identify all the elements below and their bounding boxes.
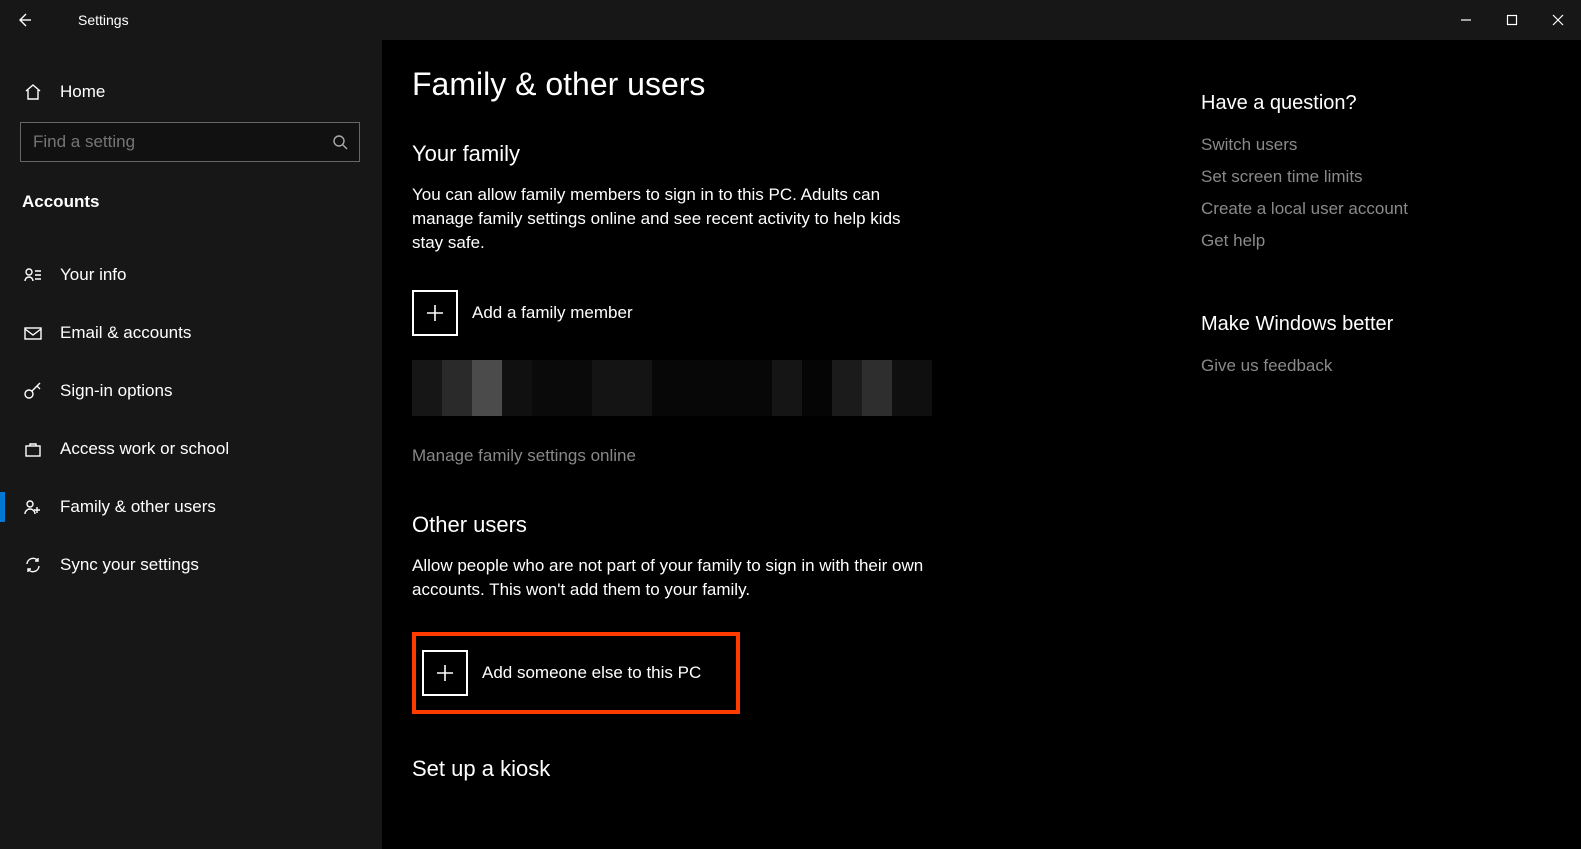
sidebar-item-family-other-users[interactable]: Family & other users [0,478,382,536]
titlebar: Settings [0,0,1581,40]
sidebar-item-access-work-school[interactable]: Access work or school [0,420,382,478]
mail-icon [22,323,44,343]
help-column: Have a question? Switch users Set screen… [1201,92,1501,388]
close-icon [1552,14,1564,26]
have-a-question-heading: Have a question? [1201,92,1501,115]
sidebar-item-label: Email & accounts [60,323,191,343]
sidebar-item-signin-options[interactable]: Sign-in options [0,362,382,420]
briefcase-icon [22,439,44,459]
maximize-button[interactable] [1489,0,1535,40]
help-link-get-help[interactable]: Get help [1201,231,1501,251]
search-input[interactable] [33,132,331,152]
add-someone-else-label: Add someone else to this PC [482,663,701,683]
people-icon [22,497,44,517]
sidebar-item-email-accounts[interactable]: Email & accounts [0,304,382,362]
plus-icon [422,650,468,696]
make-windows-better-heading: Make Windows better [1201,313,1501,336]
sidebar-item-label: Your info [60,265,126,285]
family-member-row-redacted [412,360,932,416]
minimize-icon [1460,14,1472,26]
sidebar-item-label: Sign-in options [60,381,172,401]
add-family-label: Add a family member [472,303,633,323]
window-controls [1443,0,1581,40]
person-card-icon [22,265,44,285]
plus-icon [412,290,458,336]
kiosk-heading: Set up a kiosk [412,756,1581,782]
sidebar-item-label: Access work or school [60,439,229,459]
key-icon [22,381,44,401]
sync-icon [22,555,44,575]
home-icon [22,82,44,102]
sidebar-group-label: Accounts [0,162,382,224]
feedback-link[interactable]: Give us feedback [1201,356,1501,376]
help-link-local-account[interactable]: Create a local user account [1201,199,1501,219]
help-link-screen-time[interactable]: Set screen time limits [1201,167,1501,187]
your-family-desc: You can allow family members to sign in … [412,183,932,254]
manage-family-online-link[interactable]: Manage family settings online [412,446,636,466]
sidebar: Home Accounts Your info Email & accounts [0,40,382,849]
close-button[interactable] [1535,0,1581,40]
other-users-heading: Other users [412,512,1581,538]
maximize-icon [1506,14,1518,26]
add-someone-else-button[interactable]: Add someone else to this PC [412,632,740,714]
back-arrow-icon [15,11,33,29]
sidebar-item-your-info[interactable]: Your info [0,246,382,304]
window-title: Settings [78,12,129,28]
help-link-switch-users[interactable]: Switch users [1201,135,1501,155]
search-icon [331,134,349,150]
sidebar-home-label: Home [60,82,105,102]
sidebar-item-label: Sync your settings [60,555,199,575]
sidebar-item-sync-settings[interactable]: Sync your settings [0,536,382,594]
back-button[interactable] [4,0,44,40]
minimize-button[interactable] [1443,0,1489,40]
search-box[interactable] [20,122,360,162]
sidebar-item-label: Family & other users [60,497,216,517]
sidebar-home[interactable]: Home [0,66,382,118]
sidebar-nav: Your info Email & accounts Sign-in optio… [0,246,382,594]
other-users-desc: Allow people who are not part of your fa… [412,554,932,602]
